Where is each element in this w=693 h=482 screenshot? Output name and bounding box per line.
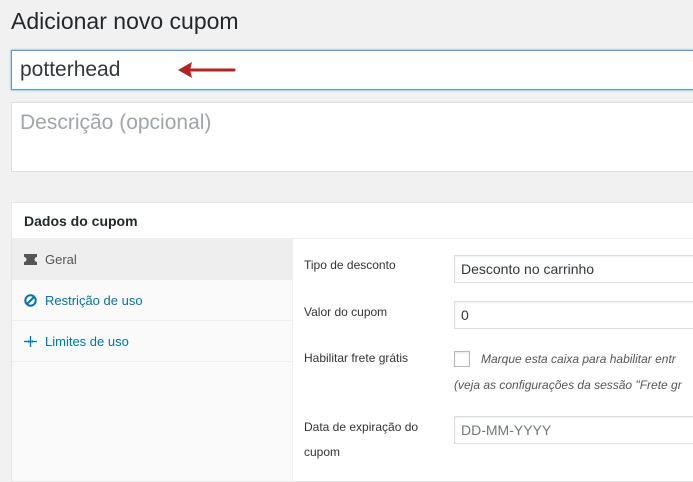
coupon-data-header: Dados do cupom <box>12 203 693 239</box>
expiry-date-input[interactable] <box>454 416 693 444</box>
description-textarea[interactable] <box>11 102 693 172</box>
discount-type-label: Tipo de desconto <box>304 258 396 272</box>
coupon-amount-input[interactable] <box>454 301 693 329</box>
discount-type-select[interactable]: Desconto no carrinho <box>454 255 693 283</box>
page-title: Adicionar novo cupom <box>11 8 239 34</box>
expiry-date-label-line1: Data de expiração do <box>304 420 419 434</box>
free-shipping-checkbox[interactable] <box>454 351 470 367</box>
free-shipping-label: Habilitar frete grátis <box>304 351 409 365</box>
tab-usage-limits-label: Limites de uso <box>45 333 129 349</box>
expiry-date-label-line2: cupom <box>304 445 341 459</box>
coupon-amount-label: Valor do cupom <box>304 305 388 319</box>
tab-general[interactable]: Geral <box>12 239 292 280</box>
coupon-code-input[interactable] <box>11 50 693 90</box>
block-icon <box>23 293 37 307</box>
tab-usage-restriction-label: Restrição de uso <box>45 292 143 308</box>
free-shipping-note: (veja as configurações da sessão "Frete … <box>454 378 682 392</box>
coupon-data-box: Dados do cupom Geral Restrição de uso Li… <box>11 202 693 482</box>
ticket-icon <box>23 252 37 266</box>
tab-usage-restriction[interactable]: Restrição de uso <box>12 280 292 321</box>
coupon-data-tabs: Geral Restrição de uso Limites de uso <box>12 239 293 481</box>
free-shipping-description: Marque esta caixa para habilitar entr <box>481 352 676 366</box>
discount-type-value: Desconto no carrinho <box>461 261 595 277</box>
tab-general-label: Geral <box>45 251 77 267</box>
tab-usage-limits[interactable]: Limites de uso <box>12 321 292 362</box>
general-panel: Tipo de desconto Desconto no carrinho Va… <box>293 239 693 481</box>
arrows-icon <box>23 334 37 348</box>
arrow-icon <box>178 62 236 78</box>
